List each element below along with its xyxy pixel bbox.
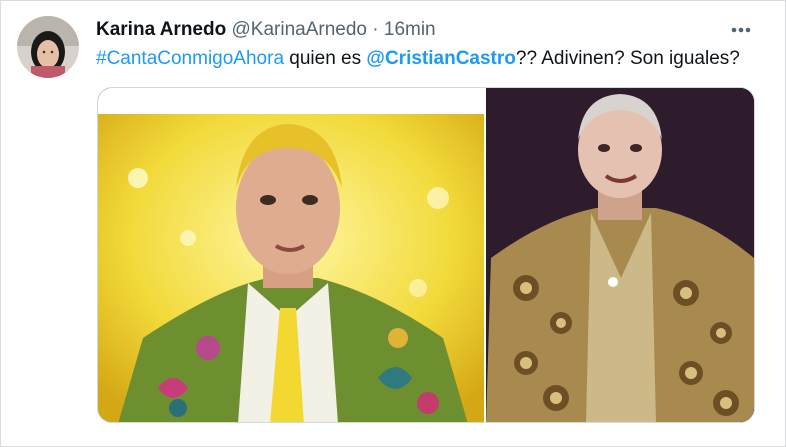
tweet-text: #CantaConmigoAhora quien es @CristianCas… <box>96 47 765 71</box>
tweet-text-part: ?? Adivinen? Son iguales? <box>515 48 740 69</box>
tweet-media[interactable] <box>97 87 755 423</box>
photo-left-image <box>98 114 484 422</box>
more-horizontal-icon <box>731 27 751 33</box>
more-options-button[interactable] <box>725 15 757 39</box>
avatar-image <box>17 16 79 78</box>
author-avatar[interactable] <box>17 16 79 78</box>
photo-right-image <box>486 88 754 422</box>
photo-left[interactable] <box>98 88 484 422</box>
tweet-text-part: quien es <box>284 48 367 69</box>
author-name[interactable]: Karina Arnedo <box>96 19 226 40</box>
tweet-timestamp[interactable]: 16min <box>384 19 436 40</box>
hashtag-link[interactable]: #CantaConmigoAhora <box>96 48 284 69</box>
tweet-header: Karina Arnedo @KarinaArnedo · 16min <box>96 18 725 42</box>
mention-link[interactable]: @CristianCastro <box>366 48 515 69</box>
photo-right[interactable] <box>484 88 754 422</box>
tweet-card[interactable]: Karina Arnedo @KarinaArnedo · 16min #Can… <box>0 0 786 447</box>
author-handle[interactable]: @KarinaArnedo <box>232 19 367 40</box>
separator-dot: · <box>372 19 379 40</box>
